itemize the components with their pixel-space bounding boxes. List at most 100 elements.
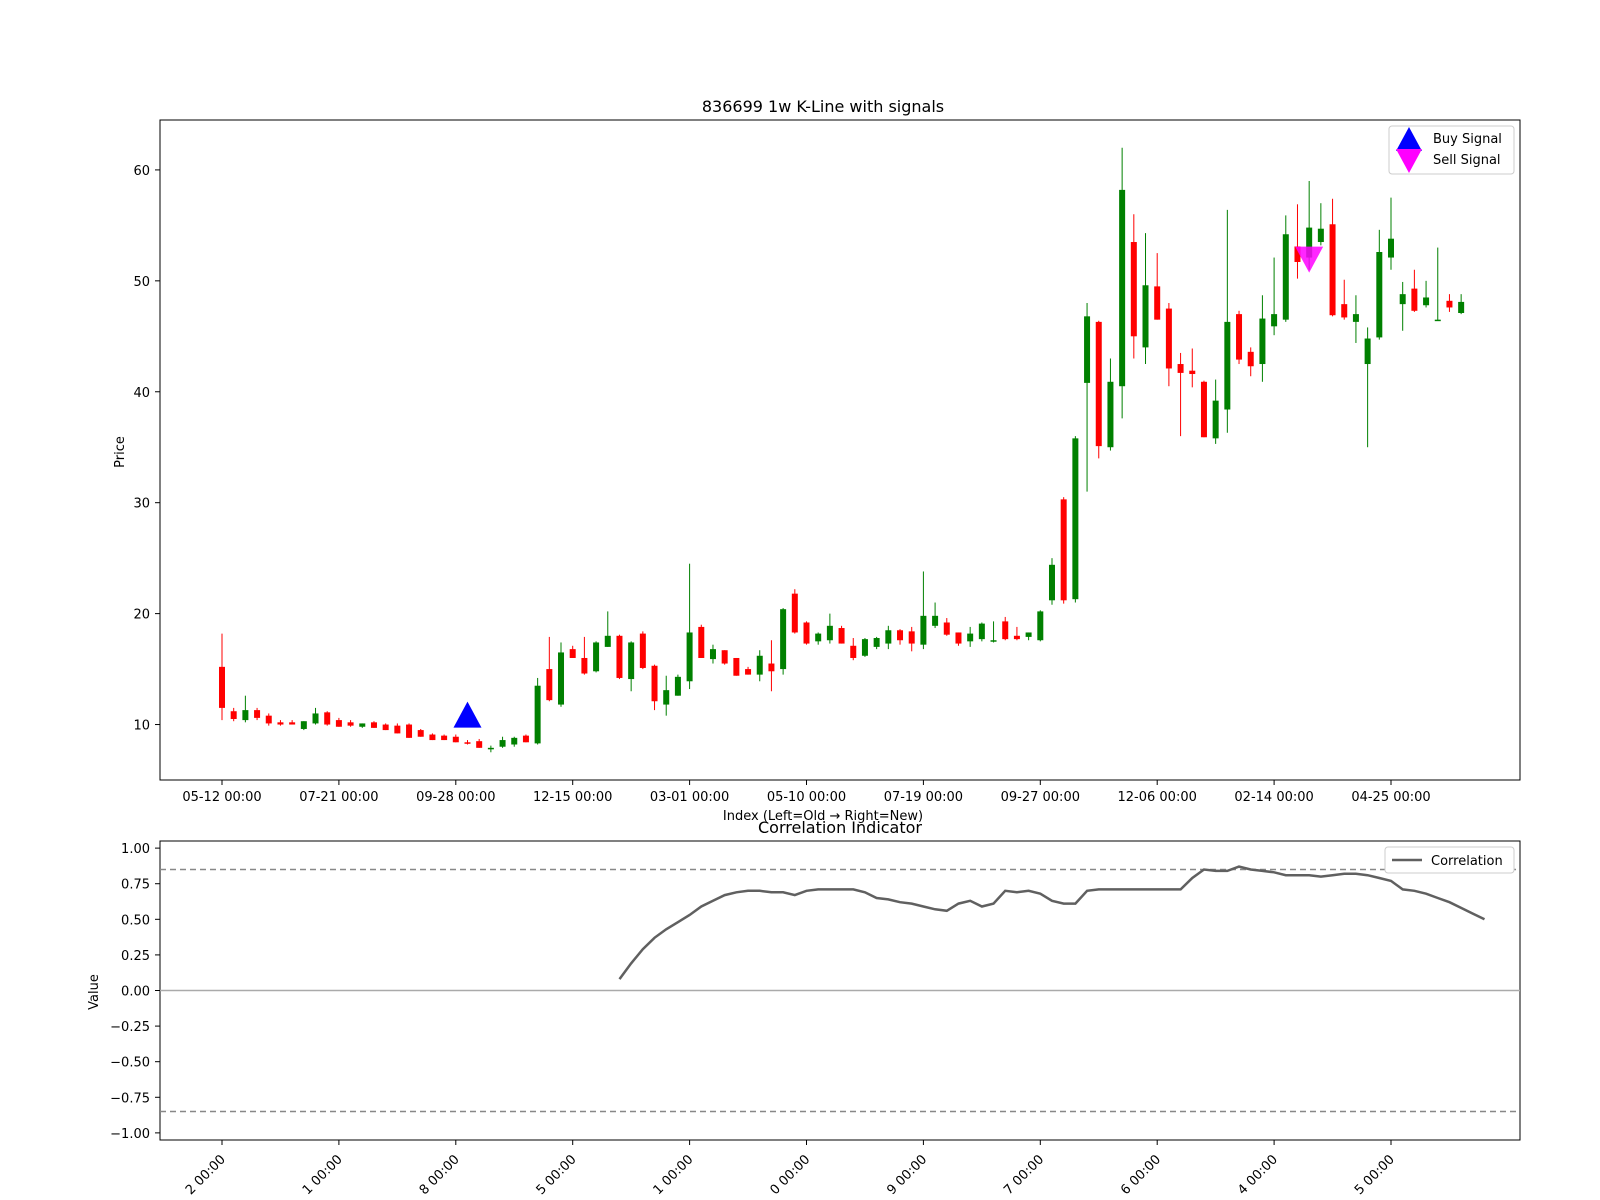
correlation-y-tick-label: 0.50: [121, 913, 150, 928]
candle-body: [826, 625, 833, 641]
kline-y-tick-label: 60: [133, 164, 150, 179]
candle-body: [1259, 318, 1266, 365]
kline-x-tick-label: 05-10 00:00: [767, 790, 846, 805]
kline-candles: [219, 147, 1465, 753]
candle-body: [1212, 400, 1219, 439]
candle-body: [1364, 338, 1371, 365]
candle-body: [1154, 286, 1161, 320]
candle: [756, 650, 763, 682]
candle-body: [1352, 314, 1359, 322]
correlation-x-tick-label: 2 00:00: [183, 1152, 229, 1198]
candle: [885, 625, 892, 650]
candle: [1060, 497, 1067, 604]
correlation-x-tick-label: 1 00:00: [651, 1152, 697, 1198]
correlation-x-tick-label: 5 00:00: [534, 1152, 580, 1198]
kline-x-tick-label: 04-25 00:00: [1351, 790, 1430, 805]
correlation-y-tick-label: 0.00: [121, 985, 150, 1000]
candle: [943, 618, 950, 636]
correlation-reference-lines: [160, 868, 1520, 1113]
candle-body: [1037, 611, 1044, 641]
candle-body: [558, 652, 565, 705]
correlation-x-tick-label: 1 00:00: [300, 1152, 346, 1198]
figure: 836699 1w K-Line with signals 10 20 30 40 50…: [87, 97, 1521, 1198]
candle-body: [616, 635, 623, 678]
candle-body: [569, 649, 576, 658]
candle-body: [990, 640, 997, 642]
candle-body: [674, 676, 681, 696]
candle: [511, 736, 518, 747]
candle: [1025, 632, 1032, 641]
candle: [1294, 204, 1301, 279]
candle: [1341, 279, 1348, 320]
candle: [780, 608, 787, 675]
correlation-y-tick-label: −0.50: [110, 1056, 150, 1071]
candle-body: [1271, 314, 1278, 327]
candle: [1072, 436, 1079, 603]
candle-body: [1423, 297, 1430, 306]
candle-body: [861, 639, 868, 656]
correlation-series-line: [618, 865, 1486, 980]
candle-body: [1399, 294, 1406, 305]
candle: [441, 734, 448, 741]
candle-body: [745, 669, 752, 675]
candle: [1200, 380, 1207, 438]
candle-body: [1317, 228, 1324, 243]
correlation-legend: Correlation: [1384, 846, 1515, 874]
candle: [1317, 203, 1324, 246]
candle: [359, 723, 366, 728]
candle: [745, 666, 752, 675]
candle-body: [756, 655, 763, 675]
candle: [265, 713, 272, 726]
candle-body: [768, 663, 775, 672]
kline-x-tick-label: 09-28 00:00: [416, 790, 495, 805]
candle-body: [593, 642, 600, 672]
candle-body: [791, 593, 798, 633]
candle: [955, 632, 962, 646]
candle: [709, 644, 716, 664]
candle-body: [932, 615, 939, 626]
candle: [908, 626, 915, 652]
candle: [1458, 294, 1465, 315]
correlation-x-tick-label: 7 00:00: [1001, 1152, 1047, 1198]
candle: [464, 740, 471, 745]
candle-body: [1142, 285, 1149, 348]
candle: [920, 571, 927, 650]
candle-body: [1072, 438, 1079, 600]
candle: [312, 707, 319, 725]
candle-body: [581, 657, 588, 674]
candle-body: [1434, 319, 1441, 322]
candle: [1399, 281, 1406, 331]
candle-body: [897, 630, 904, 641]
candle: [522, 734, 529, 743]
candle: [873, 636, 880, 650]
candle: [546, 636, 553, 702]
candle-body: [873, 638, 880, 647]
kline-y-axis: 10 20 30 40 50 60: [133, 164, 160, 734]
candle-body: [441, 735, 448, 741]
candle-body: [908, 631, 915, 644]
candle: [1048, 558, 1055, 605]
candle: [1388, 197, 1394, 270]
candle: [1282, 215, 1289, 322]
candle-body: [1048, 564, 1055, 601]
candle-body: [406, 724, 413, 738]
candle: [242, 695, 249, 723]
candle-body: [1224, 321, 1231, 410]
candle: [558, 642, 565, 707]
candle: [300, 721, 307, 731]
candle: [604, 611, 611, 647]
candle-body: [686, 632, 693, 682]
candle-body: [347, 722, 354, 726]
candle: [476, 738, 483, 748]
candle: [1224, 209, 1231, 433]
candle: [1002, 616, 1009, 641]
candle: [230, 707, 237, 722]
correlation-y-axis-label: Value: [87, 974, 102, 1010]
candle-body: [1025, 632, 1032, 637]
candle-body: [476, 741, 483, 748]
kline-x-tick-label: 03-01 00:00: [650, 790, 729, 805]
kline-title: 836699 1w K-Line with signals: [702, 97, 944, 116]
candle-body: [277, 722, 284, 725]
candle-body: [698, 626, 705, 658]
kline-plot-frame: [159, 119, 1521, 781]
